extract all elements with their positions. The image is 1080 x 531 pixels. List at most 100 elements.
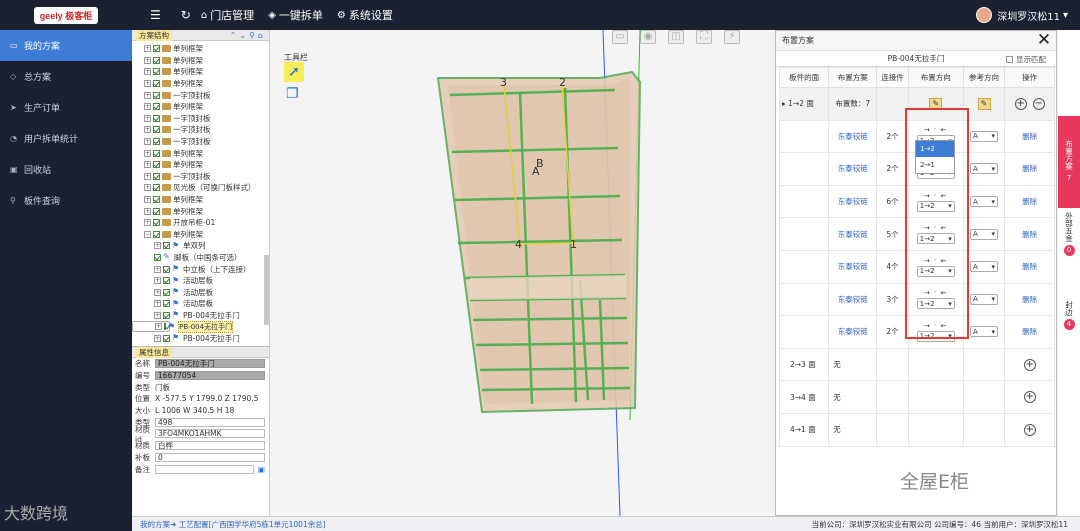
expand-icon[interactable]: + [144, 207, 151, 215]
checkbox-icon[interactable] [153, 126, 160, 134]
delete-link[interactable]: 删除 [1022, 197, 1037, 206]
expand-icon[interactable]: + [144, 56, 151, 64]
tree-node[interactable]: + 一字顶封板 [132, 89, 269, 101]
scheme-link[interactable]: 东泰铰链 [838, 295, 868, 304]
scheme-link[interactable]: 东泰铰链 [838, 327, 868, 336]
tree-node[interactable]: + 单列框架 [132, 194, 269, 206]
scheme-link[interactable]: 东泰铰链 [838, 230, 868, 239]
add-icon[interactable]: + [1023, 391, 1036, 404]
ref-direction-select[interactable]: A ▾ [970, 196, 999, 208]
show-match-checkbox[interactable]: 显示匹配 [1006, 54, 1046, 65]
face-cell[interactable]: ▸ 1→2 面 [778, 87, 830, 121]
breadcrumb[interactable]: 我的方案➜ 工艺配置[广西国学华府5栋1单元1001余总] [132, 519, 326, 530]
checkbox-icon[interactable] [153, 103, 160, 111]
app-logo[interactable]: geely 极客柜 [0, 0, 132, 30]
ref-direction-select[interactable]: A ▾ [970, 326, 999, 338]
checkbox-icon[interactable] [153, 91, 160, 99]
expand-icon[interactable]: + [144, 138, 151, 146]
expand-icon[interactable]: + [144, 103, 151, 111]
tab-external-hardware[interactable]: 外部五金 0 [1058, 208, 1080, 268]
ref-direction-select[interactable]: A ▾ [970, 261, 999, 273]
expand-icon[interactable]: + [144, 91, 151, 99]
add-icon[interactable]: + [1014, 97, 1027, 110]
delete-link[interactable]: 删除 [1022, 164, 1037, 173]
tree-node[interactable]: + 见光板（可换门板样式） [132, 182, 269, 194]
checkbox-icon[interactable] [163, 242, 170, 250]
topnav-one-click-split[interactable]: ◈ 一键拆单 [268, 7, 323, 23]
dropdown-option[interactable]: 1→2 [916, 141, 954, 157]
expand-icon[interactable]: + [144, 196, 151, 204]
scheme-link[interactable]: 东泰铰链 [838, 132, 868, 141]
delete-link[interactable]: 删除 [1022, 262, 1037, 271]
remove-icon[interactable]: − [1032, 97, 1045, 110]
checkbox-icon[interactable] [153, 149, 160, 157]
sidebar-item-total-plans[interactable]: ◇ 总方案 [0, 61, 132, 92]
close-icon[interactable]: ✕ [1036, 31, 1052, 49]
expand-icon[interactable]: + [144, 80, 151, 88]
tree-node[interactable]: + 单列框架 [132, 43, 269, 55]
checkbox-icon[interactable] [163, 265, 170, 273]
expand-icon[interactable]: + [154, 242, 161, 250]
expand-icon[interactable]: + [144, 45, 151, 53]
expand-icon[interactable]: + [155, 323, 162, 331]
tree-node[interactable]: + 开放吊柜-01 [132, 217, 269, 229]
expand-icon[interactable]: + [154, 311, 161, 319]
checkbox-icon[interactable] [153, 184, 160, 192]
scheme-link[interactable]: 东泰铰链 [838, 197, 868, 206]
delete-link[interactable]: 删除 [1022, 230, 1037, 239]
property-value[interactable]: 白桦 [155, 441, 265, 451]
checkbox-icon[interactable] [153, 68, 160, 76]
tree-node[interactable]: + 单列框架 [132, 66, 269, 78]
expand-icon[interactable]: + [144, 68, 151, 76]
ref-direction-select[interactable]: A ▾ [970, 130, 999, 142]
property-value[interactable]: 3FO4MKO1AHMK [155, 429, 265, 439]
checkbox-icon[interactable] [153, 114, 160, 122]
face-cell[interactable]: 3→4 面 [778, 380, 830, 414]
tree-tools[interactable]: ⌃⌄⚲⌂ [230, 31, 269, 40]
checkbox-icon[interactable] [163, 300, 170, 308]
face-cell[interactable]: 2→3 面 [778, 347, 830, 382]
sidebar-item-my-plans[interactable]: ▭ 我的方案 [0, 30, 132, 61]
tree-node[interactable]: ✎ 脚板（中国条可选） [132, 252, 269, 264]
tree-node[interactable]: + ⚑ 活动层板 [132, 298, 269, 310]
tree-node[interactable]: + ⚑ 单双列 [132, 240, 269, 252]
sidebar-item-user-stats[interactable]: ◔ 用户拆单统计 [0, 123, 132, 154]
dropdown-option[interactable]: 2→1 [916, 157, 954, 173]
menu-icon[interactable]: ☰ [150, 8, 161, 22]
tree-node[interactable]: + 单列框架 [132, 159, 269, 171]
tab-layout-plan[interactable]: 布置方案 7 [1058, 116, 1080, 208]
tree-node[interactable]: + 单列框架 [132, 147, 269, 159]
tree-node[interactable]: + 一字顶封板 [132, 113, 269, 125]
delete-link[interactable]: 删除 [1022, 327, 1037, 336]
tree-node[interactable]: + ⚑ PB-004无拉手门 [132, 320, 234, 333]
user-menu[interactable]: 深圳罗汉松11 ▾ [976, 0, 1068, 30]
sidebar-item-production-orders[interactable]: ➤ 生产订单 [0, 92, 132, 123]
save-icon[interactable]: ▣ [258, 465, 265, 474]
tree-node[interactable]: + ⚑ 活动层板 [132, 275, 269, 287]
expand-icon[interactable]: + [144, 219, 151, 227]
topnav-store-management[interactable]: ⌂ 门店管理 [201, 7, 254, 23]
delete-link[interactable]: 删除 [1022, 295, 1037, 304]
scheme-link[interactable]: 东泰铰链 [838, 262, 868, 271]
refresh-icon[interactable]: ↻ [181, 8, 191, 22]
expand-icon[interactable]: + [154, 288, 161, 296]
sidebar-item-recycle-bin[interactable]: ▣ 回收站 [0, 154, 132, 185]
tree-node[interactable]: + 一字顶封板 [132, 136, 269, 148]
expand-icon[interactable]: + [144, 184, 151, 192]
add-icon[interactable]: + [1023, 423, 1036, 436]
checkbox-icon[interactable] [153, 161, 160, 169]
checkbox-icon[interactable] [163, 288, 170, 296]
sidebar-item-board-search[interactable]: ⚲ 板件查询 [0, 185, 132, 216]
topnav-system-settings[interactable]: ⚙ 系统设置 [337, 7, 393, 23]
checkbox-icon[interactable] [153, 207, 160, 215]
expand-icon[interactable]: + [154, 265, 161, 273]
checkbox-icon[interactable] [153, 196, 160, 204]
delete-link[interactable]: 删除 [1022, 132, 1037, 141]
tree-node[interactable]: + ⚑ 活动层板 [132, 286, 269, 298]
checkbox-icon[interactable] [153, 138, 160, 146]
property-value[interactable]: PB-004无拉手门 [155, 359, 265, 369]
property-value[interactable]: 16677054 [155, 371, 265, 381]
property-value[interactable]: 0 [155, 452, 265, 462]
face-cell[interactable]: 4→1 面 [778, 412, 830, 447]
tree-node[interactable]: − 单列框架 [132, 229, 269, 241]
